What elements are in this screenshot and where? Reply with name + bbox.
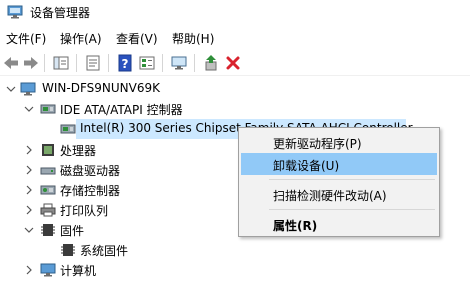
help-icon[interactable]: ? — [116, 54, 134, 72]
ide-controller-icon — [60, 122, 76, 136]
chevron-right-icon[interactable] — [24, 204, 34, 216]
menu-update-driver[interactable]: 更新驱动程序(P) — [241, 131, 437, 153]
toolbar-divider — [44, 54, 45, 72]
toolbar-divider — [162, 54, 163, 72]
toolbar-divider — [194, 54, 195, 72]
properties-icon[interactable] — [84, 54, 102, 72]
chevron-right-icon[interactable] — [24, 164, 34, 176]
chevron-right-icon[interactable] — [24, 184, 34, 196]
tree-item-label: 存储控制器 — [60, 184, 121, 198]
disk-drive-icon — [40, 163, 56, 177]
printer-icon — [40, 203, 56, 217]
tree-item-label: 处理器 — [60, 144, 97, 158]
computer-icon — [20, 82, 36, 96]
uninstall-x-icon[interactable] — [224, 54, 242, 72]
menu-item-label: 卸载设备(U) — [273, 159, 340, 173]
tree-item-ide[interactable]: IDE ATA/ATAPI 控制器 — [0, 99, 470, 119]
title-bar: 设备管理器 — [0, 0, 470, 26]
tree-item-computer[interactable]: 计算机 — [0, 260, 470, 280]
menu-uninstall-device[interactable]: 卸载设备(U) — [241, 153, 437, 175]
computer-icon — [40, 263, 56, 277]
menu-item-label: 更新驱动程序(P) — [273, 137, 362, 151]
menu-item-label: 扫描检测硬件改动(A) — [273, 189, 387, 203]
tree-item-label: IDE ATA/ATAPI 控制器 — [60, 103, 183, 117]
tree-item-label: 固件 — [60, 224, 85, 238]
back-arrow-icon[interactable] — [2, 54, 20, 72]
firmware-chip-icon — [60, 243, 76, 257]
update-driver-icon[interactable] — [202, 54, 220, 72]
chevron-down-icon[interactable] — [24, 103, 34, 115]
menu-item-label: 属性(R) — [273, 219, 318, 233]
tree-item-label: 打印队列 — [60, 204, 109, 218]
menu-bar: 文件(F) 操作(A) 查看(V) 帮助(H) — [0, 27, 470, 49]
chevron-right-icon[interactable] — [24, 144, 34, 156]
chevron-right-icon[interactable] — [24, 264, 34, 276]
chevron-down-icon[interactable] — [6, 83, 16, 95]
ide-controller-icon — [40, 102, 56, 116]
firmware-chip-icon — [40, 223, 56, 237]
svg-text:?: ? — [122, 57, 129, 71]
monitor-icon[interactable] — [170, 54, 188, 72]
chevron-down-icon[interactable] — [24, 224, 34, 236]
window-title: 设备管理器 — [30, 6, 91, 20]
menu-help[interactable]: 帮助(H) — [172, 30, 214, 47]
menu-action[interactable]: 操作(A) — [60, 30, 102, 47]
tree-root-label: WIN-DFS9NUNV69K — [42, 81, 160, 95]
menu-view[interactable]: 查看(V) — [116, 30, 158, 47]
tree-item-label: 计算机 — [60, 264, 97, 278]
view-icon[interactable] — [138, 54, 156, 72]
tree-item-label: 系统固件 — [80, 244, 129, 258]
menu-properties[interactable]: 属性(R) — [241, 213, 437, 235]
toolbar: ? — [0, 50, 470, 76]
menu-divider — [269, 209, 435, 210]
tree-root[interactable]: WIN-DFS9NUNV69K — [0, 79, 470, 99]
show-hide-tree-icon[interactable] — [52, 54, 70, 72]
menu-scan-hardware[interactable]: 扫描检测硬件改动(A) — [241, 183, 437, 205]
processor-icon — [40, 143, 56, 157]
storage-controller-icon — [40, 183, 56, 197]
forward-arrow-icon[interactable] — [22, 54, 40, 72]
tree-item-system-firmware[interactable]: 系统固件 — [0, 240, 470, 260]
toolbar-divider — [76, 54, 77, 72]
tree-item-label: 磁盘驱动器 — [60, 164, 121, 178]
menu-file[interactable]: 文件(F) — [6, 30, 46, 47]
menu-divider — [269, 179, 435, 180]
context-menu: 更新驱动程序(P) 卸载设备(U) 扫描检测硬件改动(A) 属性(R) — [238, 127, 440, 237]
toolbar-divider — [108, 54, 109, 72]
device-manager-icon — [7, 5, 23, 19]
